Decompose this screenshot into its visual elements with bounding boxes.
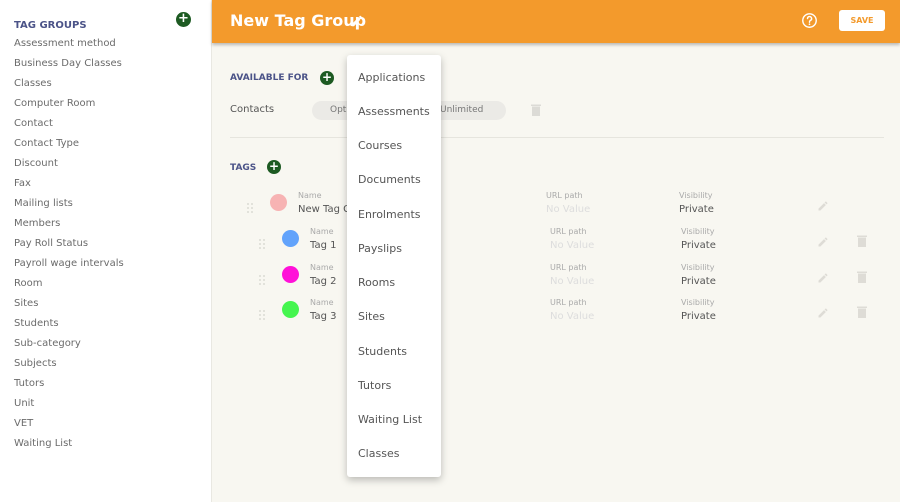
tag-name[interactable]: Tag 1 (310, 239, 336, 252)
menu-item-documents[interactable]: Documents (358, 173, 421, 187)
menu-item-applications[interactable]: Applications (358, 71, 425, 85)
save-button[interactable]: SAVE (839, 10, 885, 31)
sidebar-item[interactable]: Assessment method (14, 34, 124, 54)
visibility-label: Visibility (681, 263, 715, 272)
menu-item-enrolments[interactable]: Enrolments (358, 208, 421, 222)
option-unlimited[interactable]: Unlimited (440, 105, 483, 115)
tag-row: Name New Tag G URL path No Value Visibility P… (0, 191, 900, 221)
menu-item-tutors[interactable]: Tutors (358, 379, 391, 393)
sidebar-item[interactable]: Contact Type (14, 134, 124, 154)
help-circle-icon[interactable] (801, 12, 818, 29)
tag-color-swatch[interactable] (282, 266, 299, 283)
menu-item-sites[interactable]: Sites (358, 310, 385, 324)
visibility-value[interactable]: Private (681, 310, 716, 323)
visibility-value[interactable]: Private (681, 275, 716, 288)
name-label: Name (298, 191, 322, 200)
tag-name[interactable]: Tag 3 (310, 310, 336, 323)
name-label: Name (310, 263, 334, 272)
url-path-label: URL path (550, 227, 587, 236)
plus-icon: + (268, 159, 280, 173)
tag-name[interactable]: Tag 2 (310, 275, 336, 288)
plus-icon: + (178, 11, 189, 26)
url-path-value: No Value (550, 276, 595, 287)
add-available-for-button[interactable]: + (320, 71, 334, 85)
tag-color-swatch[interactable] (282, 230, 299, 247)
menu-item-payslips[interactable]: Payslips (358, 242, 402, 256)
pencil-icon[interactable] (350, 14, 364, 28)
tag-name[interactable]: New Tag G (298, 203, 351, 216)
header-bar: New Tag Group SAVE (212, 0, 900, 43)
menu-item-waiting-list[interactable]: Waiting List (358, 413, 422, 427)
url-path-value: No Value (550, 240, 595, 251)
pencil-icon[interactable] (817, 233, 829, 247)
section-divider (230, 137, 884, 138)
menu-item-students[interactable]: Students (358, 345, 407, 359)
visibility-label: Visibility (681, 298, 715, 307)
trash-icon[interactable] (531, 104, 541, 116)
sidebar-item[interactable]: Subjects (14, 354, 124, 374)
trash-icon[interactable] (857, 268, 869, 283)
drag-handle-icon[interactable] (259, 234, 265, 249)
sidebar-item[interactable]: Contact (14, 114, 124, 134)
url-path-value: No Value (546, 204, 591, 215)
sidebar-item[interactable]: Discount (14, 154, 124, 174)
url-path-label: URL path (550, 298, 587, 307)
menu-item-classes[interactable]: Classes (358, 447, 399, 461)
drag-handle-icon[interactable] (259, 270, 265, 285)
tag-row: Name Tag 3 URL path No Value Visibility Priva… (0, 298, 900, 328)
pencil-icon[interactable] (817, 304, 829, 318)
add-tag-button[interactable]: + (267, 160, 281, 174)
visibility-label: Visibility (681, 227, 715, 236)
menu-item-assessments[interactable]: Assessments (358, 105, 430, 119)
sidebar-item[interactable]: Classes (14, 74, 124, 94)
tag-row: Name Tag 1 URL path No Value Visibility Priva… (0, 227, 900, 257)
sidebar-item[interactable]: Sub-category (14, 334, 124, 354)
tags-label: TAGS (230, 163, 257, 173)
sidebar-title: TAG GROUPS (14, 20, 87, 31)
sidebar-header: TAG GROUPS + (14, 12, 192, 31)
trash-icon[interactable] (857, 303, 869, 318)
option-left[interactable]: Opt (330, 105, 346, 115)
sidebar-item[interactable]: VET (14, 414, 124, 434)
menu-item-courses[interactable]: Courses (358, 139, 402, 153)
sidebar-item[interactable]: Business Day Classes (14, 54, 124, 74)
url-path-label: URL path (550, 263, 587, 272)
sidebar-item[interactable]: Unit (14, 394, 124, 414)
sidebar-item[interactable]: Computer Room (14, 94, 124, 114)
url-path-value: No Value (550, 311, 595, 322)
plus-icon: + (321, 70, 333, 84)
drag-handle-icon[interactable] (259, 305, 265, 320)
tag-row: Name Tag 2 URL path No Value Visibility Priva… (0, 263, 900, 293)
drag-handle-icon[interactable] (247, 198, 253, 213)
add-tag-group-button[interactable]: + (176, 12, 191, 27)
sidebar-item[interactable]: Tutors (14, 374, 124, 394)
available-for-entity: Contacts (230, 104, 275, 115)
visibility-value[interactable]: Private (679, 203, 714, 216)
pencil-icon[interactable] (817, 197, 829, 211)
trash-icon[interactable] (857, 232, 869, 247)
available-for-dropdown-menu: Applications Assessments Courses Documen… (347, 55, 441, 477)
visibility-label: Visibility (679, 191, 713, 200)
page-title[interactable]: New Tag Group (230, 10, 366, 32)
name-label: Name (310, 298, 334, 307)
tag-color-swatch[interactable] (270, 194, 287, 211)
tag-color-swatch[interactable] (282, 301, 299, 318)
menu-item-rooms[interactable]: Rooms (358, 276, 395, 290)
name-label: Name (310, 227, 334, 236)
available-for-label: AVAILABLE FOR (230, 73, 309, 83)
sidebar-item[interactable]: Waiting List (14, 434, 124, 454)
url-path-label: URL path (546, 191, 583, 200)
pencil-icon[interactable] (817, 269, 829, 283)
visibility-value[interactable]: Private (681, 239, 716, 252)
